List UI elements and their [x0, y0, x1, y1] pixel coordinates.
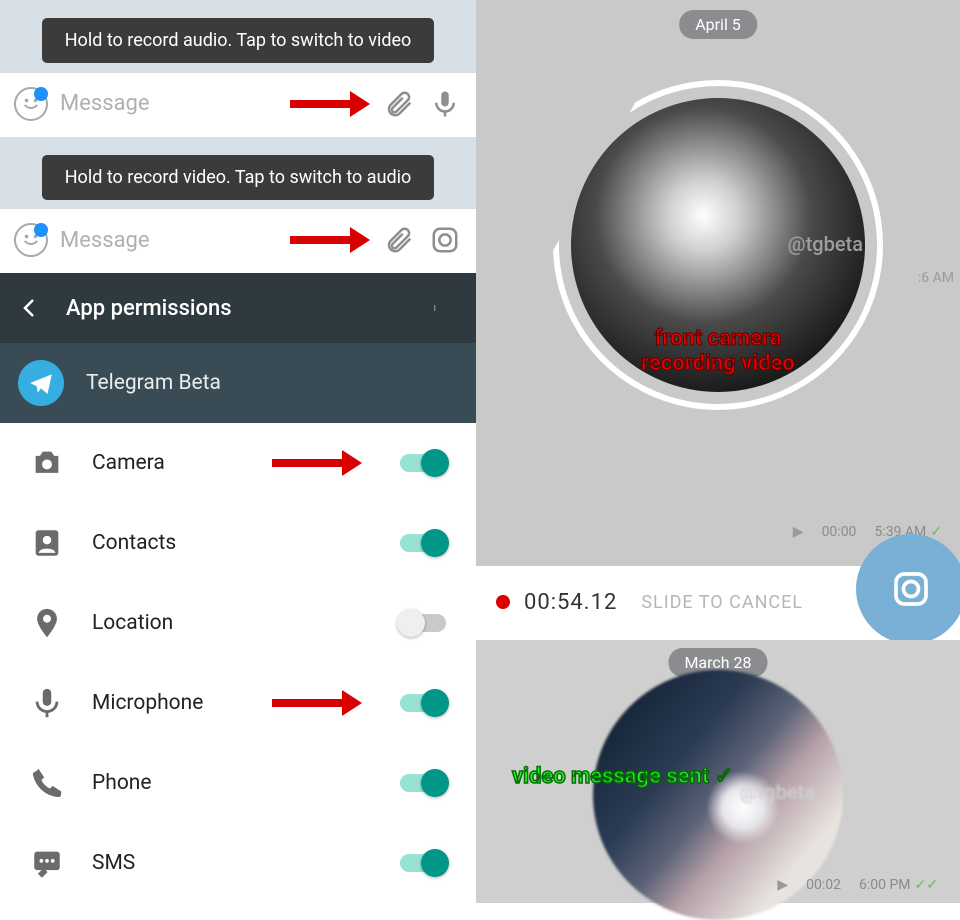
- camera-icon: [30, 446, 64, 480]
- panel-video-tooltip: Hold to record video. Tap to switch to a…: [0, 137, 476, 274]
- permission-row-camera[interactable]: Camera: [0, 423, 476, 503]
- date-badge: April 5: [679, 10, 757, 39]
- play-icon: ▶: [777, 877, 788, 893]
- tooltip-video: Hold to record video. Tap to switch to a…: [42, 155, 434, 200]
- microphone-icon: [30, 686, 64, 720]
- annotation-recording: front camera recording video: [641, 326, 795, 376]
- panel-app-permissions: App permissions Telegram Beta Camera Cont…: [0, 273, 476, 903]
- permission-label: Microphone: [92, 691, 244, 715]
- permission-label: Phone: [92, 771, 362, 795]
- microphone-icon[interactable]: [428, 87, 462, 121]
- permissions-toolbar: App permissions: [0, 273, 476, 343]
- permission-row-phone[interactable]: Phone: [0, 743, 476, 823]
- message-timestamp: ▶ 00:02 6:00 PM✓✓: [777, 877, 938, 893]
- more-icon[interactable]: [434, 296, 458, 320]
- permission-label: Camera: [92, 451, 244, 475]
- record-video-button[interactable]: [856, 534, 960, 644]
- permission-toggle[interactable]: [400, 774, 446, 792]
- emoji-icon[interactable]: [14, 87, 48, 121]
- sms-icon: [30, 846, 64, 880]
- back-icon[interactable]: [18, 296, 42, 320]
- permission-toggle[interactable]: [400, 614, 446, 632]
- message-input[interactable]: Message: [60, 91, 278, 116]
- play-icon: ▶: [793, 524, 804, 540]
- annotation-sent: video message sent ✓: [512, 764, 733, 789]
- telegram-icon: [18, 360, 64, 406]
- panel-sent: March 28 @tgbeta video message sent ✓ ▶ …: [476, 640, 960, 903]
- permission-row-sms[interactable]: SMS: [0, 823, 476, 903]
- permissions-app-name: Telegram Beta: [86, 371, 221, 395]
- annotation-arrow: [272, 450, 362, 476]
- video-message-icon[interactable]: [428, 223, 462, 257]
- permission-toggle[interactable]: [400, 534, 446, 552]
- attach-icon[interactable]: [382, 87, 416, 121]
- watermark: @tgbeta: [740, 780, 815, 804]
- side-timestamp: :6 AM: [918, 270, 954, 286]
- phone-icon: [30, 766, 64, 800]
- panel-recording: April 5 @tgbeta front camera recording v…: [476, 0, 960, 640]
- permission-row-location[interactable]: Location: [0, 583, 476, 663]
- emoji-icon[interactable]: [14, 223, 48, 257]
- permission-toggle[interactable]: [400, 454, 446, 472]
- permission-toggle[interactable]: [400, 854, 446, 872]
- permission-label: SMS: [92, 851, 362, 875]
- recording-elapsed: 00:54.12: [524, 590, 617, 615]
- read-tick-icon: ✓✓: [915, 877, 938, 893]
- permission-row-microphone[interactable]: Microphone: [0, 663, 476, 743]
- permission-label: Contacts: [92, 531, 362, 555]
- panel-audio-tooltip: Hold to record audio. Tap to switch to v…: [0, 0, 476, 137]
- message-input-bar: Message: [0, 209, 476, 271]
- contacts-icon: [30, 526, 64, 560]
- watermark: @tgbeta: [788, 232, 863, 256]
- message-input[interactable]: Message: [60, 228, 278, 253]
- location-icon: [30, 606, 64, 640]
- permission-label: Location: [92, 611, 362, 635]
- attach-icon[interactable]: [382, 223, 416, 257]
- message-input-bar: Message: [0, 73, 476, 135]
- permissions-list: Camera Contacts Location Microphone Phone SMS: [0, 423, 476, 903]
- permission-toggle[interactable]: [400, 694, 446, 712]
- record-indicator-icon: [496, 595, 510, 609]
- permissions-title: App permissions: [66, 296, 410, 321]
- annotation-arrow: [290, 229, 370, 251]
- annotation-arrow: [290, 93, 370, 115]
- tooltip-audio: Hold to record audio. Tap to switch to v…: [42, 18, 434, 63]
- permission-row-contacts[interactable]: Contacts: [0, 503, 476, 583]
- annotation-arrow: [272, 690, 362, 716]
- slide-to-cancel[interactable]: SLIDE TO CANCEL: [641, 592, 803, 613]
- permissions-app-row: Telegram Beta: [0, 343, 476, 423]
